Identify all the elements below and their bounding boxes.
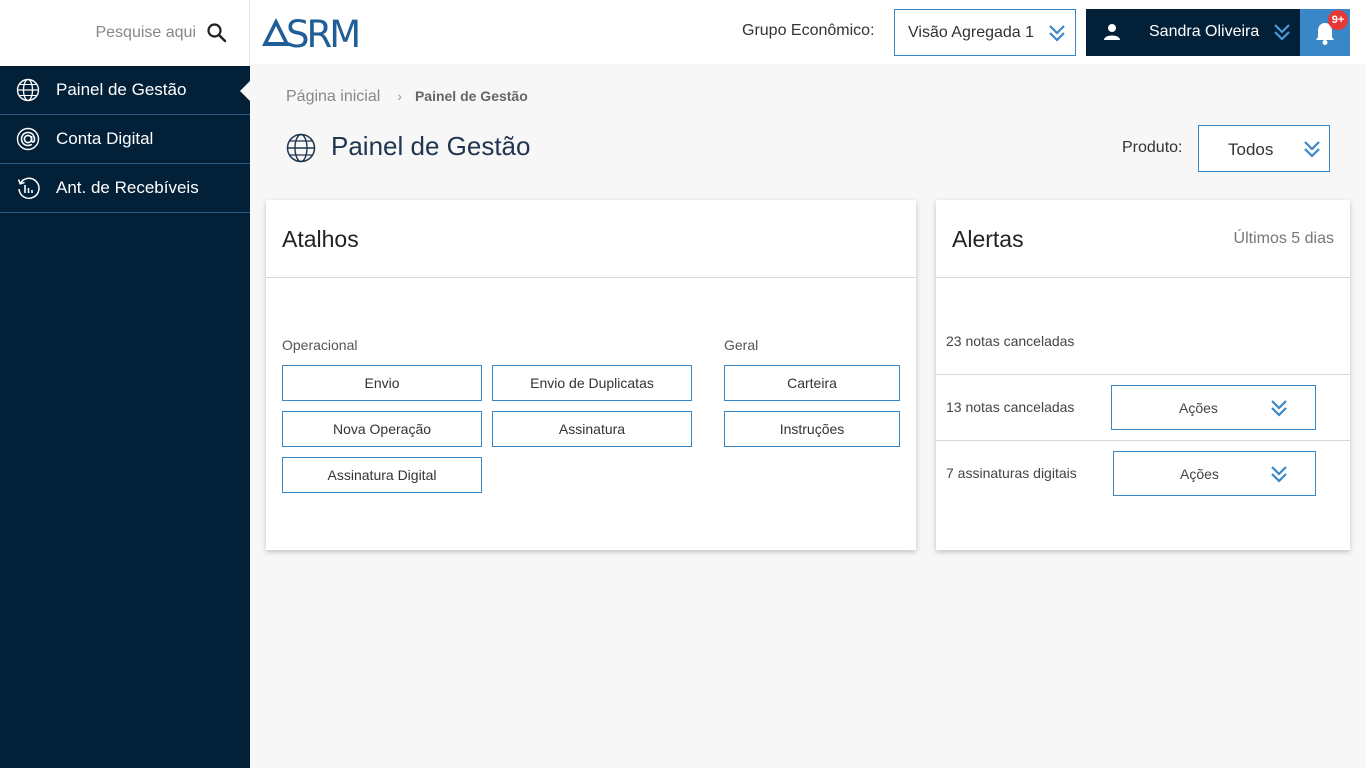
globe-icon [16,78,40,102]
page-title: Painel de Gestão [331,131,531,161]
alert-item-text: 13 notas canceladas [946,399,1075,415]
breadcrumb-separator: › [397,88,402,104]
at-icon [16,127,40,151]
shortcut-nova-operacao-button[interactable]: Nova Operação [282,411,482,447]
alert-divider [936,374,1350,375]
search-box [0,0,250,66]
alertas-card: Alertas Últimos 5 dias 23 notas cancelad… [936,200,1350,550]
breadcrumb-home-link[interactable]: Página inicial [286,88,380,105]
sidebar-item-label: Painel de Gestão [56,80,187,99]
produto-label: Produto: [1122,139,1183,156]
top-bar: SRM Grupo Econômico: Visão Agregada 1 Sa… [250,0,1366,64]
sidebar-item-label: Conta Digital [56,129,154,148]
grupo-economico-value: Visão Agregada 1 [908,24,1035,41]
alert-divider [936,440,1350,441]
alert-item-text: 23 notas canceladas [946,333,1075,349]
shortcut-assinatura-digital-button[interactable]: Assinatura Digital [282,457,482,493]
sidebar-item-label: Ant. de Recebíveis [56,178,199,197]
alertas-title: Alertas [952,226,1024,252]
acoes-label: Ações [1179,400,1218,416]
double-chevron-down-icon [1271,400,1287,417]
double-chevron-down-icon [1274,24,1290,41]
logo-text: SRM [286,13,358,52]
atalhos-title: Atalhos [282,226,359,252]
produto-value: Todos [1228,140,1274,159]
alertas-period: Últimos 5 dias [1233,230,1334,247]
geral-label: Geral [724,337,759,353]
notification-badge: 9+ [1328,10,1348,30]
operacional-label: Operacional [282,337,358,353]
produto-select[interactable]: Todos [1198,125,1330,172]
search-input[interactable] [20,20,196,46]
user-name: Sandra Oliveira [1149,23,1260,40]
alertas-card-header: Alertas Últimos 5 dias [936,200,1350,278]
grupo-economico-select[interactable]: Visão Agregada 1 [894,9,1076,56]
acoes-label: Ações [1180,466,1219,482]
sidebar-item-conta-digital[interactable]: Conta Digital [0,115,250,164]
sidebar-item-painel-de-gestao[interactable]: Painel de Gestão [0,66,250,115]
srm-logo[interactable]: SRM [258,12,398,52]
notifications-button[interactable]: 9+ [1300,9,1350,56]
double-chevron-down-icon [1049,25,1065,42]
atalhos-card-header: Atalhos [266,200,916,278]
sidebar-item-ant-de-recebiveis[interactable]: Ant. de Recebíveis [0,164,250,213]
alert-acoes-select[interactable]: Ações [1111,385,1316,430]
alert-acoes-select[interactable]: Ações [1113,451,1316,496]
double-chevron-down-icon [1271,466,1287,483]
shortcut-envio-de-duplicatas-button[interactable]: Envio de Duplicatas [492,365,692,401]
atalhos-card: Atalhos Operacional Geral Envio Envio de… [266,200,916,550]
history-chart-icon [17,177,40,200]
breadcrumb-current: Painel de Gestão [414,88,528,104]
alert-item-text: 7 assinaturas digitais [946,465,1077,481]
breadcrumb: Página inicial › Painel de Gestão [286,88,528,106]
globe-icon [286,133,316,163]
shortcut-envio-button[interactable]: Envio [282,365,482,401]
user-icon [1104,24,1120,40]
sidebar: Painel de Gestão Conta Digital Ant. de R… [0,66,250,768]
search-icon[interactable] [205,21,229,45]
shortcut-assinatura-button[interactable]: Assinatura [492,411,692,447]
double-chevron-down-icon [1304,141,1320,158]
shortcut-carteira-button[interactable]: Carteira [724,365,900,401]
user-menu[interactable]: Sandra Oliveira [1086,9,1300,56]
shortcut-instrucoes-button[interactable]: Instruções [724,411,900,447]
grupo-economico-label: Grupo Econômico: [742,22,875,39]
